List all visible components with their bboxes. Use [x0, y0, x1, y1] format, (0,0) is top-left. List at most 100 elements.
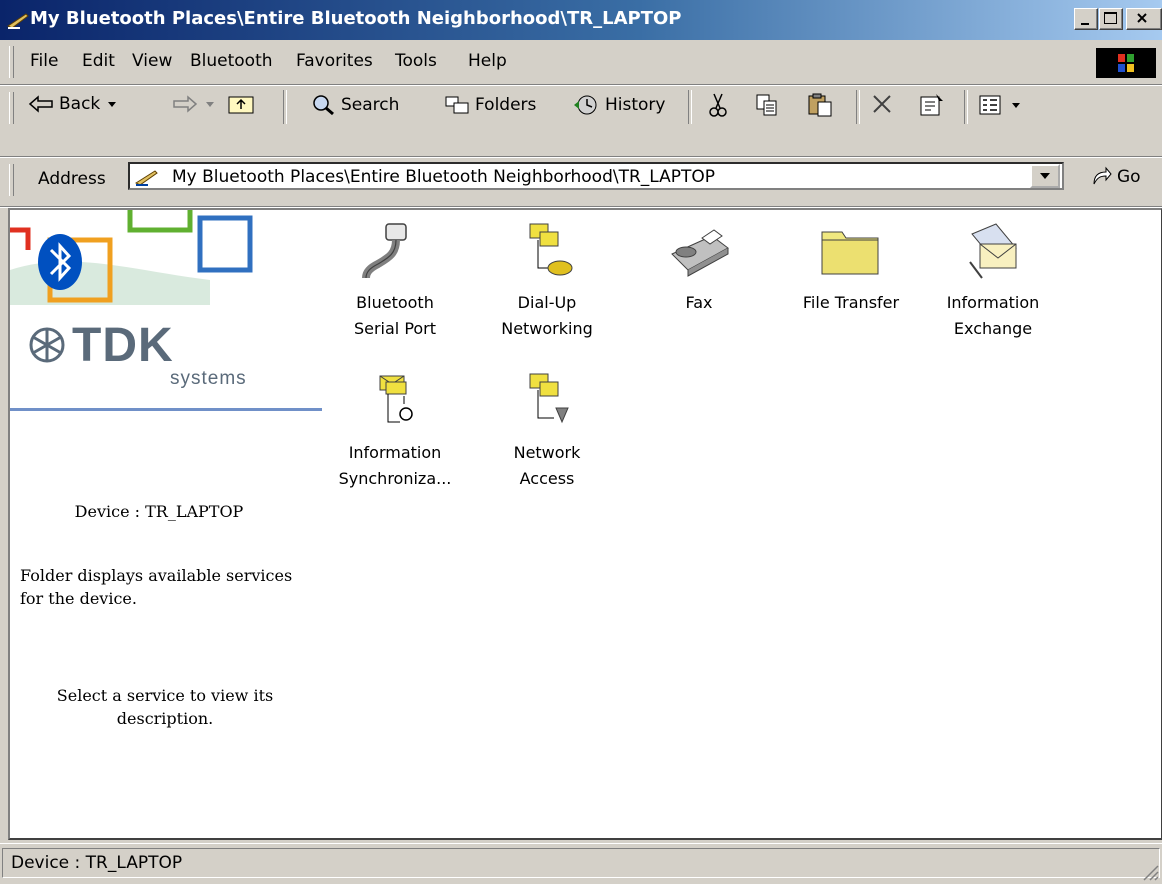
close-icon	[1137, 13, 1147, 23]
minimize-button[interactable]	[1074, 8, 1098, 30]
close-button[interactable]	[1126, 8, 1162, 30]
address-value: My Bluetooth Places\Entire Bluetooth Nei…	[172, 167, 716, 187]
service-label-line2: Networking	[501, 319, 593, 338]
forward-button[interactable]	[172, 94, 217, 114]
folders-button[interactable]: Folders	[444, 94, 536, 116]
service-label-line2: Access	[519, 469, 575, 488]
service-dial-up-networking[interactable]: Dial-Up Networking	[482, 222, 612, 342]
service-label-line2: Exchange	[953, 319, 1033, 338]
status-text: Device : TR_LAPTOP	[11, 853, 183, 873]
status-pane: Device : TR_LAPTOP	[2, 848, 1160, 878]
views-button[interactable]	[978, 94, 1023, 116]
service-label-line1: Network	[513, 443, 581, 462]
service-label-line1: Bluetooth	[356, 293, 434, 312]
cut-button[interactable]	[706, 92, 730, 118]
menu-file[interactable]: File	[30, 51, 58, 71]
menu-bluetooth[interactable]: Bluetooth	[190, 51, 273, 71]
back-dropdown-icon[interactable]	[105, 97, 119, 111]
network-icon	[529, 373, 569, 424]
address-label: Address	[38, 169, 106, 189]
go-button[interactable]: Go	[1090, 166, 1141, 188]
menu-tools[interactable]: Tools	[395, 51, 437, 71]
bluetooth-banner	[10, 210, 310, 320]
menu-grip[interactable]	[9, 46, 14, 78]
service-label-line1: Information	[946, 293, 1040, 312]
address-grip[interactable]	[9, 164, 14, 196]
search-icon	[313, 95, 334, 116]
service-information-synchronization[interactable]: Information Synchroniza...	[330, 372, 460, 492]
bluetooth-places-icon	[134, 170, 158, 186]
menu-help[interactable]: Help	[468, 51, 507, 71]
folders-label: Folders	[475, 95, 537, 115]
sync-icon	[379, 375, 413, 423]
toolbar: Back Search Folders History	[0, 84, 1162, 157]
window-title: My Bluetooth Places\Entire Bluetooth Nei…	[30, 8, 682, 29]
menu-favorites[interactable]: Favorites	[296, 51, 373, 71]
toolbar-grip[interactable]	[9, 92, 14, 124]
toolbar-separator	[856, 90, 860, 124]
device-name: Device : TR_LAPTOP	[74, 502, 244, 521]
properties-icon	[920, 94, 943, 116]
fax-icon	[671, 229, 729, 277]
history-icon	[574, 95, 597, 115]
envelope-icon	[969, 223, 1017, 279]
address-bar: Address My Bluetooth Places\Entire Bluet…	[0, 156, 1162, 207]
history-label: History	[605, 95, 666, 115]
brand-subtitle: systems	[170, 368, 247, 389]
content-pane[interactable]: TDK systems Device : TR_LAPTOP Folder di…	[8, 208, 1162, 840]
service-label-line2: Serial Port	[353, 319, 437, 338]
forward-dropdown-icon[interactable]	[203, 97, 217, 111]
service-file-transfer[interactable]: File Transfer	[786, 222, 916, 316]
service-information-exchange[interactable]: Information Exchange	[928, 222, 1058, 342]
resize-grip-icon[interactable]	[1140, 862, 1160, 882]
search-button[interactable]: Search	[312, 94, 399, 116]
service-fax[interactable]: Fax	[634, 222, 764, 316]
history-button[interactable]: History	[572, 94, 665, 116]
service-label-line1: Dial-Up	[517, 293, 577, 312]
select-hint: Select a service to view its description…	[56, 686, 274, 728]
up-folder-button[interactable]	[226, 92, 256, 116]
windows-logo	[1096, 48, 1156, 78]
up-folder-icon	[228, 96, 254, 114]
menu-edit[interactable]: Edit	[82, 51, 115, 71]
title-bar[interactable]: My Bluetooth Places\Entire Bluetooth Nei…	[0, 0, 1162, 40]
copy-button[interactable]	[754, 92, 780, 118]
menu-bar: File Edit View Bluetooth Favorites Tools…	[0, 40, 1162, 85]
delete-button[interactable]	[870, 92, 894, 116]
service-label-line1: Fax	[685, 293, 713, 312]
folder-icon	[821, 231, 879, 275]
paste-icon	[808, 93, 832, 117]
dialup-icon	[529, 223, 573, 276]
address-input[interactable]: My Bluetooth Places\Entire Bluetooth Nei…	[128, 162, 1064, 190]
bluetooth-places-icon	[7, 13, 29, 29]
service-bluetooth-serial-port[interactable]: Bluetooth Serial Port	[330, 222, 460, 342]
paste-button[interactable]	[806, 92, 834, 118]
forward-arrow-icon	[173, 95, 198, 113]
search-label: Search	[341, 95, 400, 115]
folders-icon	[445, 96, 469, 114]
status-bar: Device : TR_LAPTOP	[0, 843, 1162, 884]
back-label: Back	[59, 94, 101, 114]
toolbar-separator	[283, 90, 287, 124]
scissors-icon	[709, 93, 727, 117]
service-label-line1: Information	[348, 443, 442, 462]
address-dropdown-button[interactable]	[1030, 164, 1060, 188]
toolbar-separator	[964, 90, 968, 124]
back-arrow-icon	[28, 95, 53, 113]
info-panel: TDK systems	[10, 210, 322, 411]
divider	[10, 408, 322, 411]
service-network-access[interactable]: Network Access	[482, 372, 612, 492]
service-label-line1: File Transfer	[802, 293, 900, 312]
menu-view[interactable]: View	[132, 51, 172, 71]
back-button[interactable]: Back	[28, 94, 119, 114]
copy-icon	[756, 94, 777, 116]
views-dropdown-icon[interactable]	[1009, 98, 1023, 112]
go-arrow-icon	[1093, 166, 1112, 185]
chevron-down-icon	[1040, 173, 1050, 179]
windows-flag-icon	[1118, 54, 1134, 72]
serial-port-icon	[362, 223, 407, 279]
go-label: Go	[1117, 167, 1141, 187]
properties-button[interactable]	[918, 92, 946, 118]
maximize-button[interactable]	[1099, 8, 1123, 30]
delete-icon	[873, 95, 891, 113]
